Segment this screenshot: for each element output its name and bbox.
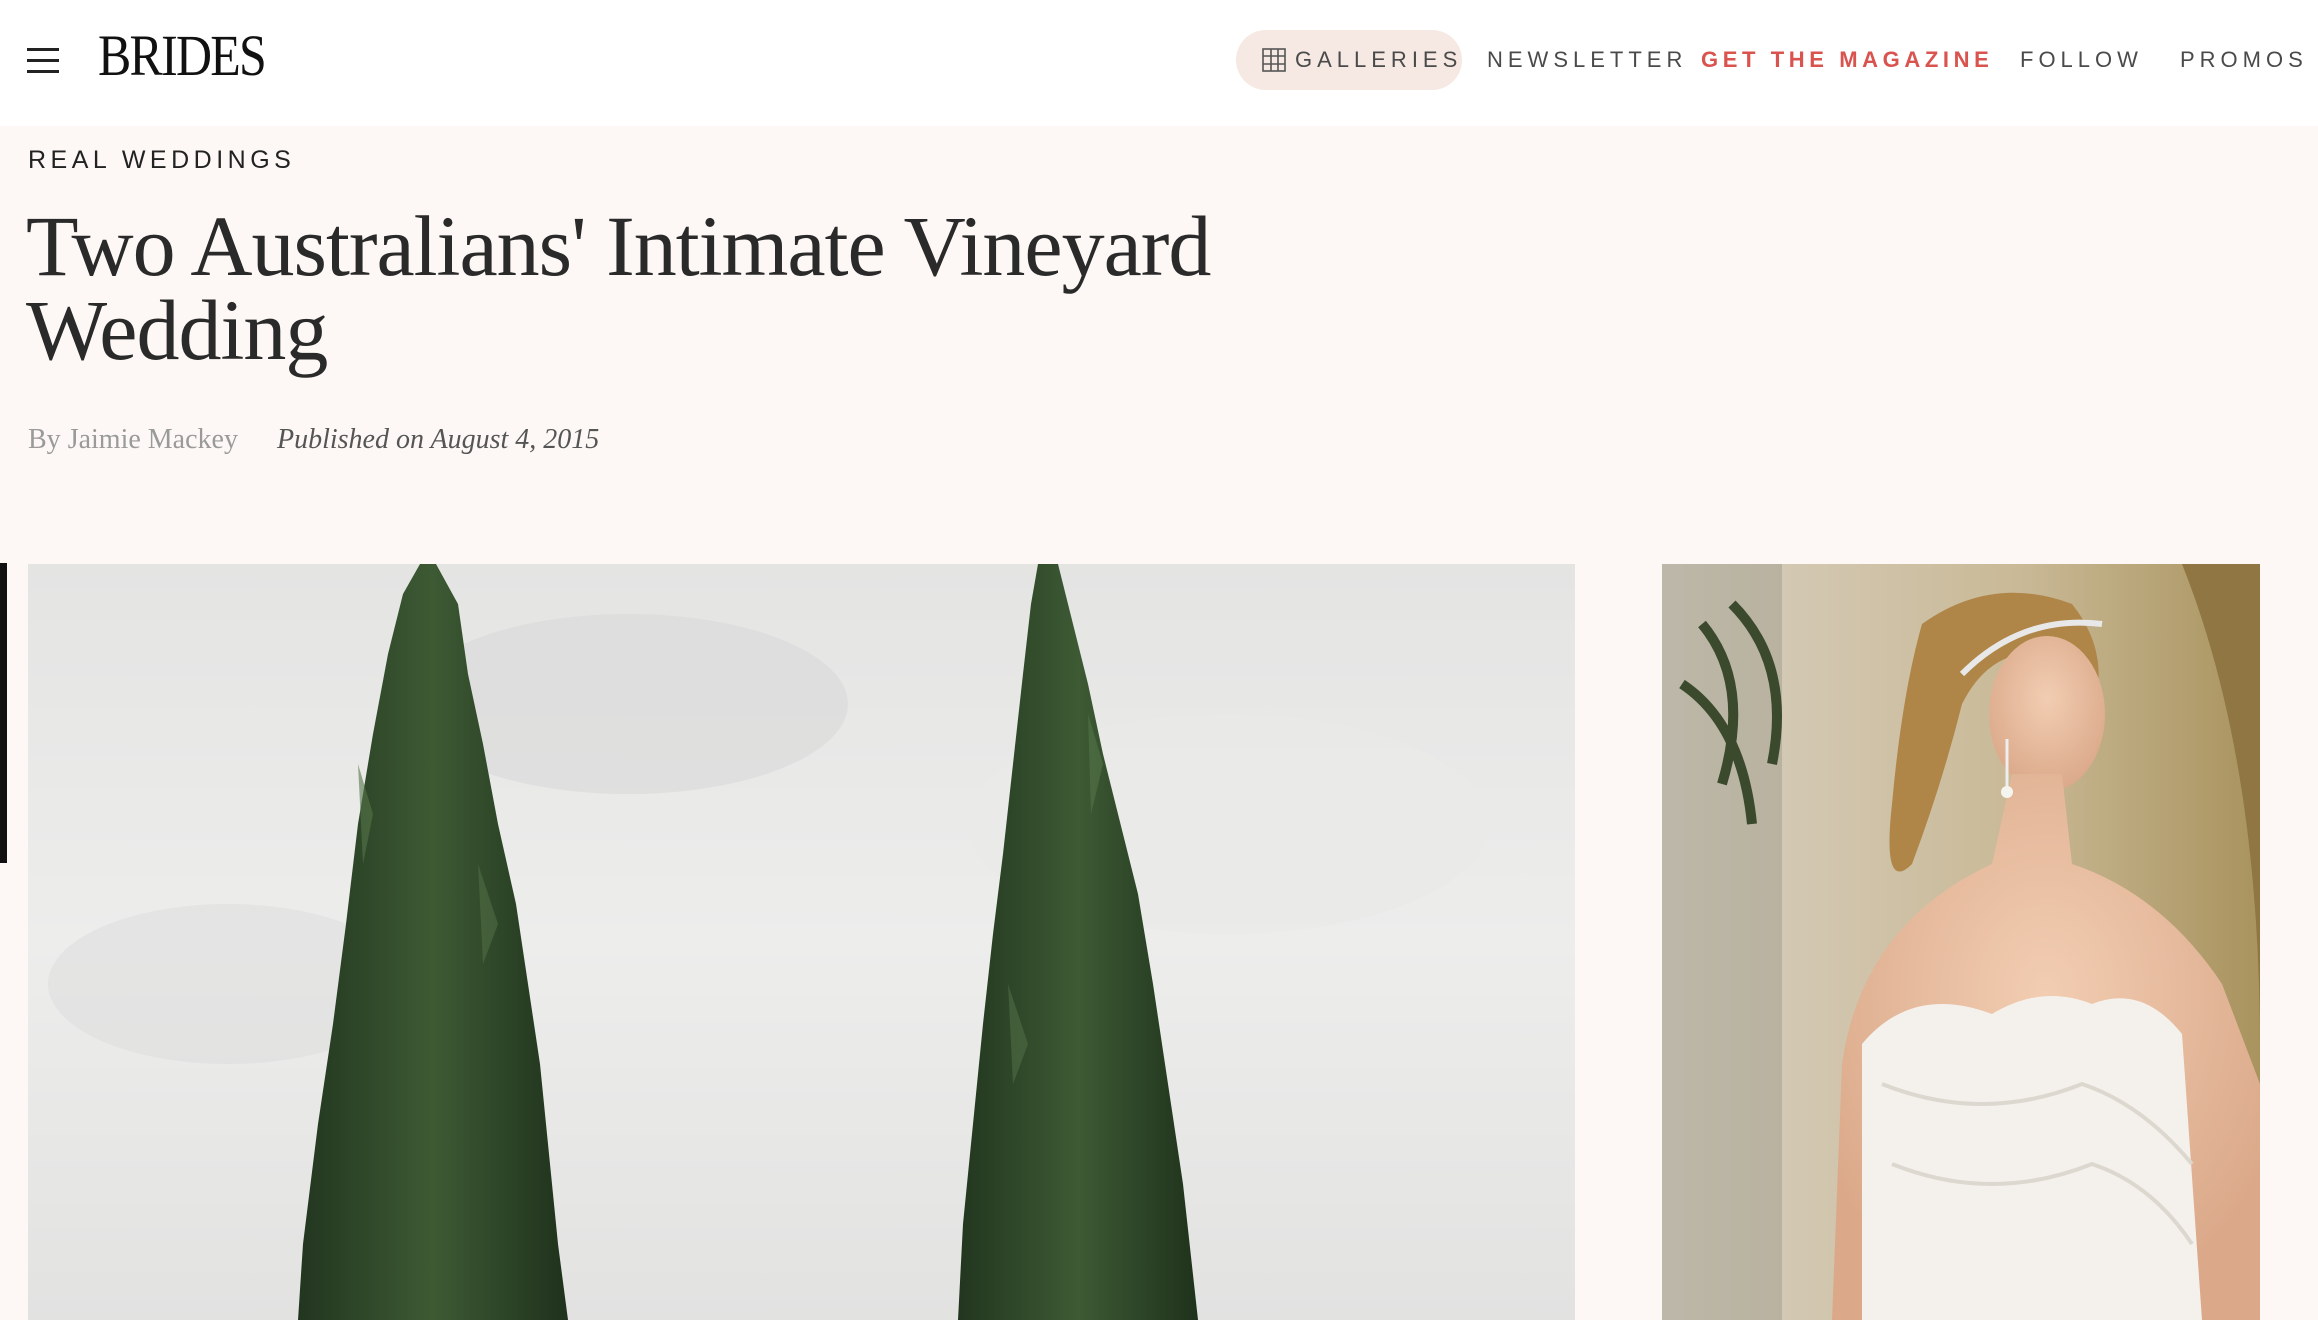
hamburger-menu-icon[interactable] bbox=[27, 46, 59, 74]
galleries-label: GALLERIES bbox=[1295, 47, 1463, 72]
byline-prefix: By bbox=[28, 424, 61, 455]
grid-icon bbox=[1262, 48, 1286, 72]
galleries-button[interactable]: GALLERIES bbox=[1236, 30, 1462, 90]
hero-image bbox=[28, 564, 1575, 1320]
scroll-progress-bar bbox=[0, 563, 7, 863]
published-date: Published on August 4, 2015 bbox=[277, 424, 600, 455]
nav-promos[interactable]: PROMOS bbox=[2180, 44, 2308, 76]
nav-follow[interactable]: FOLLOW bbox=[2020, 44, 2143, 76]
article-category-link[interactable]: REAL WEDDINGS bbox=[28, 146, 295, 175]
site-header: BRIDES GALLERIES NEWSLETTER GET THE MAGA… bbox=[0, 0, 2318, 126]
byline: By Jaimie Mackey bbox=[28, 424, 238, 456]
nav-newsletter[interactable]: NEWSLETTER bbox=[1487, 44, 1687, 76]
advertisement-image[interactable] bbox=[1662, 564, 2260, 1320]
article-title: Two Australians' Intimate Vineyard Weddi… bbox=[26, 198, 1211, 378]
site-logo[interactable]: BRIDES bbox=[98, 22, 267, 90]
nav-get-the-magazine[interactable]: GET THE MAGAZINE bbox=[1701, 44, 1993, 76]
author-link[interactable]: Jaimie Mackey bbox=[68, 424, 238, 455]
